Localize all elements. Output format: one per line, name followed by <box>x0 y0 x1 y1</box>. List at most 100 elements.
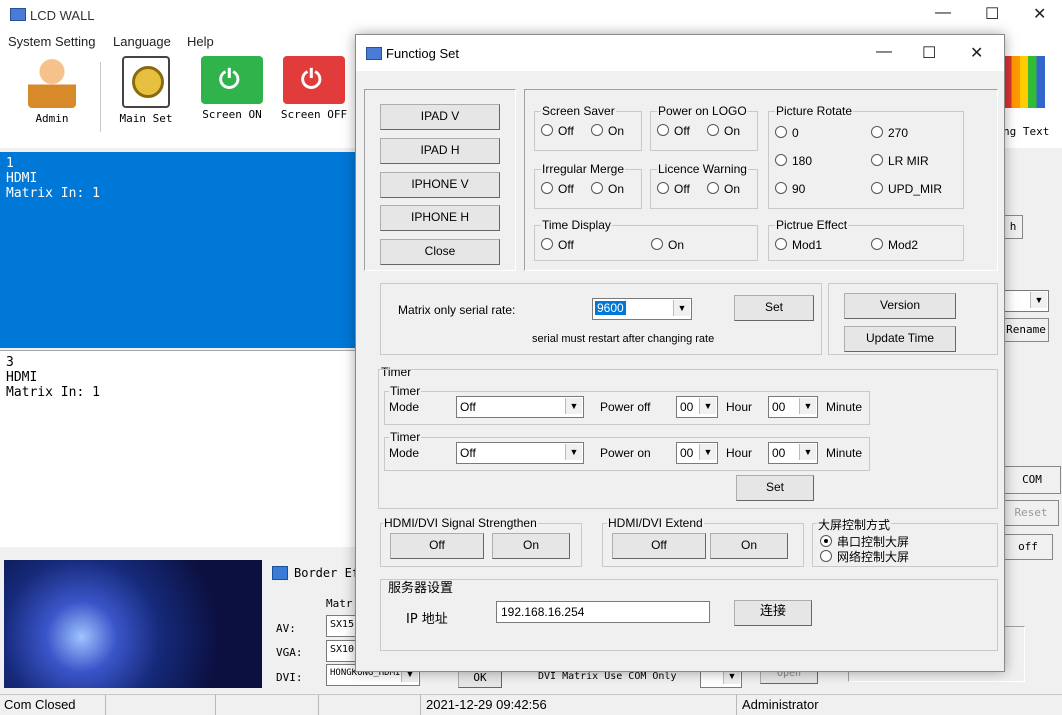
main-set-label: Main Set <box>119 112 173 125</box>
rotate-90-label: 90 <box>792 182 806 196</box>
power-logo-on-radio[interactable]: On <box>707 124 740 138</box>
screen-saver-off-radio[interactable]: Off <box>541 124 574 138</box>
irregular-merge-off-label: Off <box>558 182 574 196</box>
ipad-h-button[interactable]: IPAD H <box>380 138 500 164</box>
rename-button[interactable]: Rename <box>1003 318 1049 342</box>
rotate-90-radio[interactable]: 90 <box>775 182 805 196</box>
timer-2-hour-select[interactable]: 00 ▼ <box>676 442 718 464</box>
timer-1-minute-value: 00 <box>772 400 786 414</box>
com-button[interactable]: COM <box>1003 466 1061 494</box>
power-logo-title: Power on LOGO <box>657 104 748 118</box>
rotate-0-radio[interactable]: 0 <box>775 126 799 140</box>
rotate-270-label: 270 <box>888 126 909 140</box>
fractal-preview-image <box>4 560 262 688</box>
right-toolbar-image <box>1003 56 1045 108</box>
timer-2-title: Timer <box>389 430 422 444</box>
rotate-lr-mir-label: LR MIR <box>888 154 929 168</box>
licence-warning-off-radio[interactable]: Off <box>657 182 690 196</box>
irregular-merge-on-radio[interactable]: On <box>591 182 624 196</box>
menu-system-setting[interactable]: System Setting <box>8 34 95 49</box>
timer-2-minute-select[interactable]: 00 ▼ <box>768 442 818 464</box>
chevron-down-icon: ▼ <box>699 398 716 414</box>
av-select[interactable]: SX15 <box>326 615 356 637</box>
connect-button[interactable]: 连接 <box>734 600 812 626</box>
iphone-v-button[interactable]: IPHONE V <box>380 172 500 198</box>
version-button[interactable]: Version <box>844 293 956 319</box>
main-set-gear-icon <box>122 56 170 108</box>
irregular-merge-off-radio[interactable]: Off <box>541 182 574 196</box>
timer-1-hour-value: 00 <box>680 400 694 414</box>
status-divider <box>105 695 106 715</box>
right-h-button[interactable]: h <box>1003 215 1023 239</box>
iphone-h-button[interactable]: IPHONE H <box>380 205 500 231</box>
hdmi-extend-title: HDMI/DVI Extend <box>607 516 704 530</box>
hdmi-strengthen-off-button[interactable]: Off <box>390 533 484 559</box>
serial-set-button[interactable]: Set <box>734 295 814 321</box>
radio-circle <box>591 182 603 194</box>
right-select[interactable]: ▼ <box>1003 290 1049 312</box>
reset-button[interactable]: Reset <box>1003 500 1059 526</box>
menu-help[interactable]: Help <box>187 34 214 49</box>
rotate-upd-mir-radio[interactable]: UPD_MIR <box>871 182 942 196</box>
off-button[interactable]: off <box>1003 534 1053 560</box>
picture-rotate-title: Picture Rotate <box>775 104 854 118</box>
dialog-maximize-button[interactable]: ☐ <box>922 43 936 63</box>
picture-rotate-group: Picture Rotate 0 270 180 LR MIR 90 UPD_M… <box>768 104 964 209</box>
main-set-button[interactable]: Main Set <box>106 52 186 125</box>
time-display-title: Time Display <box>541 218 612 232</box>
main-minimize-button[interactable]: — <box>935 4 951 22</box>
rotate-upd-mir-label: UPD_MIR <box>888 182 943 196</box>
radio-circle <box>871 238 883 250</box>
timer-2-hour-value: 00 <box>680 446 694 460</box>
rotate-lr-mir-radio[interactable]: LR MIR <box>871 154 929 168</box>
radio-circle <box>591 124 603 136</box>
update-time-button[interactable]: Update Time <box>844 326 956 352</box>
border-effect-label: Border Ef <box>294 566 360 580</box>
power-logo-off-radio[interactable]: Off <box>657 124 690 138</box>
av-label: AV: <box>276 622 296 635</box>
vga-select[interactable]: SX10 <box>326 640 356 662</box>
picture-effect-group: Pictrue Effect Mod1 Mod2 <box>768 218 964 261</box>
dialog-close-button[interactable]: ✕ <box>970 43 983 63</box>
close-button[interactable]: Close <box>380 239 500 265</box>
effect-mod2-radio[interactable]: Mod2 <box>871 238 918 252</box>
time-display-on-radio[interactable]: On <box>651 238 684 252</box>
app-icon <box>10 8 26 21</box>
rotate-270-radio[interactable]: 270 <box>871 126 908 140</box>
timer-set-button[interactable]: Set <box>736 475 814 501</box>
licence-warning-on-radio[interactable]: On <box>707 182 740 196</box>
timer-2-mode-select[interactable]: Off ▼ <box>456 442 584 464</box>
admin-button[interactable]: Admin <box>12 52 92 125</box>
screen-off-button[interactable]: ⏻ Screen OFF <box>274 52 354 121</box>
hdmi-strengthen-on-button[interactable]: On <box>492 533 570 559</box>
serial-rate-label: Matrix only serial rate: <box>398 303 516 317</box>
time-display-off-radio[interactable]: Off <box>541 238 574 252</box>
serial-rate-select[interactable]: 9600 ▼ <box>592 298 692 320</box>
timer-1-minute-select[interactable]: 00 ▼ <box>768 396 818 418</box>
hdmi-extend-off-button[interactable]: Off <box>612 533 706 559</box>
screen-on-button[interactable]: ⏻ Screen ON <box>192 52 272 121</box>
radio-circle <box>707 182 719 194</box>
screen-saver-on-radio[interactable]: On <box>591 124 624 138</box>
screen-saver-on-label: On <box>608 124 625 138</box>
rotate-180-radio[interactable]: 180 <box>775 154 812 168</box>
main-maximize-button[interactable]: ☐ <box>985 4 999 24</box>
network-control-radio[interactable]: 网络控制大屏 <box>820 548 909 565</box>
hdmi-extend-on-button[interactable]: On <box>710 533 788 559</box>
ipad-v-button[interactable]: IPAD V <box>380 104 500 130</box>
ip-address-input[interactable]: 192.168.16.254 <box>496 601 710 623</box>
screen-panel-3[interactable]: 3 HDMI Matrix In: 1 <box>0 350 356 547</box>
timer-1-mode-select[interactable]: Off ▼ <box>456 396 584 418</box>
timer-1-hour-select[interactable]: 00 ▼ <box>676 396 718 418</box>
menu-language[interactable]: Language <box>113 34 171 49</box>
screen-off-label: Screen OFF <box>280 108 348 121</box>
radio-circle <box>657 182 669 194</box>
screen-panel-1[interactable]: 1 HDMI Matrix In: 1 <box>0 152 356 348</box>
matrix-label: Matr <box>326 597 353 610</box>
dialog-minimize-button[interactable]: — <box>876 43 892 61</box>
dvi-label: DVI: <box>276 671 303 684</box>
effect-mod1-radio[interactable]: Mod1 <box>775 238 822 252</box>
rotate-180-label: 180 <box>792 154 813 168</box>
timer-2-hour-label: Hour <box>726 446 753 460</box>
serial-control-label: 串口控制大屏 <box>837 535 910 549</box>
